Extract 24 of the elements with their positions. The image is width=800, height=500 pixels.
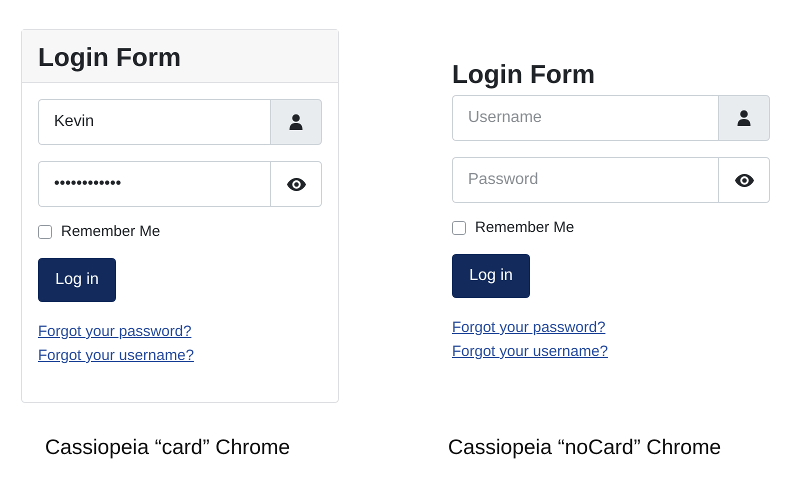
forgot-link[interactable]: Forgot your password?	[38, 320, 192, 344]
user-icon	[289, 114, 303, 130]
forgot-link[interactable]: Forgot your username?	[452, 340, 608, 364]
caption: Cassiopeia “card” Chrome	[45, 436, 292, 460]
eye-icon	[734, 174, 754, 186]
eye-icon	[286, 178, 306, 190]
username-field[interactable]: Username	[452, 95, 718, 141]
login-button[interactable]: Log in	[38, 258, 116, 302]
caption: Cassiopeia “noCard” Chrome	[448, 436, 722, 460]
show-password-button[interactable]	[718, 157, 770, 203]
checkbox-label: Remember Me	[475, 219, 574, 236]
remember-checkbox[interactable]	[452, 220, 466, 234]
user-icon	[737, 110, 751, 126]
password-field[interactable]: ••••••••••••	[38, 161, 270, 207]
login-button[interactable]: Log in	[452, 254, 530, 298]
form-title: Login Form	[38, 42, 182, 72]
password-field[interactable]: Password	[452, 157, 718, 203]
show-password-button[interactable]	[270, 161, 322, 207]
forgot-link[interactable]: Forgot your password?	[452, 316, 606, 340]
remember-checkbox[interactable]	[38, 224, 52, 238]
form-title: Login Form	[452, 59, 596, 89]
forgot-link[interactable]: Forgot your username?	[38, 344, 194, 368]
checkbox-label: Remember Me	[61, 223, 160, 240]
username-field[interactable]: Kevin	[38, 99, 270, 145]
